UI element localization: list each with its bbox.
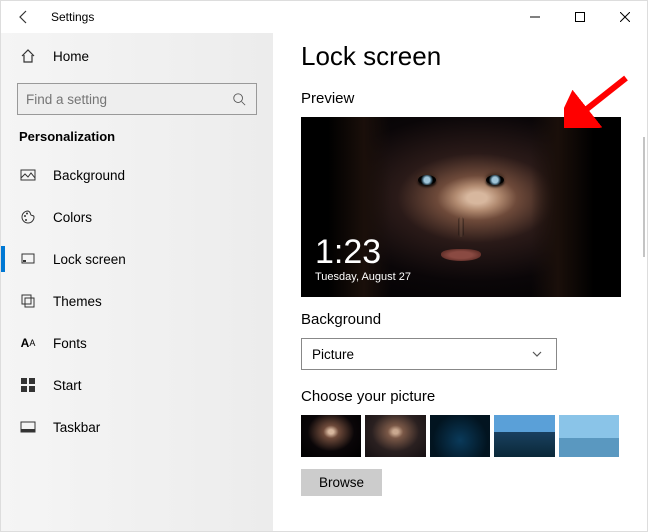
fonts-icon: AA xyxy=(19,334,37,352)
sidebar-item-label: Themes xyxy=(53,294,102,309)
preview-time: 1:23 xyxy=(315,235,411,269)
background-label: Background xyxy=(301,311,619,328)
themes-icon xyxy=(19,292,37,310)
back-button[interactable] xyxy=(9,9,39,25)
maximize-button[interactable] xyxy=(557,2,602,32)
search-icon xyxy=(230,90,248,108)
sidebar-item-label: Start xyxy=(53,378,82,393)
sidebar-category: Personalization xyxy=(1,129,273,154)
window-title: Settings xyxy=(51,10,94,24)
picture-thumbnails xyxy=(301,415,619,457)
picture-thumb[interactable] xyxy=(494,415,554,457)
chevron-down-icon xyxy=(528,345,546,363)
sidebar-item-label: Background xyxy=(53,168,125,183)
picture-thumb[interactable] xyxy=(559,415,619,457)
dropdown-value: Picture xyxy=(312,347,354,362)
browse-button[interactable]: Browse xyxy=(301,469,382,496)
home-icon xyxy=(19,47,37,65)
sidebar-item-label: Fonts xyxy=(53,336,87,351)
sidebar-item-background[interactable]: Background xyxy=(1,154,273,196)
titlebar: Settings xyxy=(1,1,647,33)
sidebar-home[interactable]: Home xyxy=(1,37,273,75)
sidebar-item-label: Lock screen xyxy=(53,252,126,267)
picture-thumb[interactable] xyxy=(301,415,361,457)
search-box[interactable] xyxy=(17,83,257,115)
preview-label: Preview xyxy=(301,90,619,107)
picture-icon xyxy=(19,166,37,184)
picture-thumb[interactable] xyxy=(365,415,425,457)
sidebar-item-themes[interactable]: Themes xyxy=(1,280,273,322)
main-panel: Lock screen Preview 1:23 Tuesday, August… xyxy=(273,33,647,531)
sidebar-item-start[interactable]: Start xyxy=(1,364,273,406)
minimize-button[interactable] xyxy=(512,2,557,32)
sidebar-item-colors[interactable]: Colors xyxy=(1,196,273,238)
sidebar-home-label: Home xyxy=(53,49,89,64)
lock-screen-icon xyxy=(19,250,37,268)
picture-thumb[interactable] xyxy=(430,415,490,457)
taskbar-icon xyxy=(19,418,37,436)
start-icon xyxy=(19,376,37,394)
preview-date: Tuesday, August 27 xyxy=(315,271,411,283)
sidebar: Home Personalization Background Colors L… xyxy=(1,33,273,531)
sidebar-item-label: Colors xyxy=(53,210,92,225)
choose-picture-label: Choose your picture xyxy=(301,388,619,405)
sidebar-item-label: Taskbar xyxy=(53,420,100,435)
close-button[interactable] xyxy=(602,2,647,32)
scrollbar[interactable] xyxy=(643,137,645,257)
page-title: Lock screen xyxy=(301,41,619,72)
lock-screen-preview: 1:23 Tuesday, August 27 xyxy=(301,117,621,297)
palette-icon xyxy=(19,208,37,226)
sidebar-item-fonts[interactable]: AA Fonts xyxy=(1,322,273,364)
search-input[interactable] xyxy=(26,92,230,107)
background-dropdown[interactable]: Picture xyxy=(301,338,557,370)
preview-clock: 1:23 Tuesday, August 27 xyxy=(315,235,411,283)
sidebar-item-taskbar[interactable]: Taskbar xyxy=(1,406,273,448)
sidebar-item-lock-screen[interactable]: Lock screen xyxy=(1,238,273,280)
